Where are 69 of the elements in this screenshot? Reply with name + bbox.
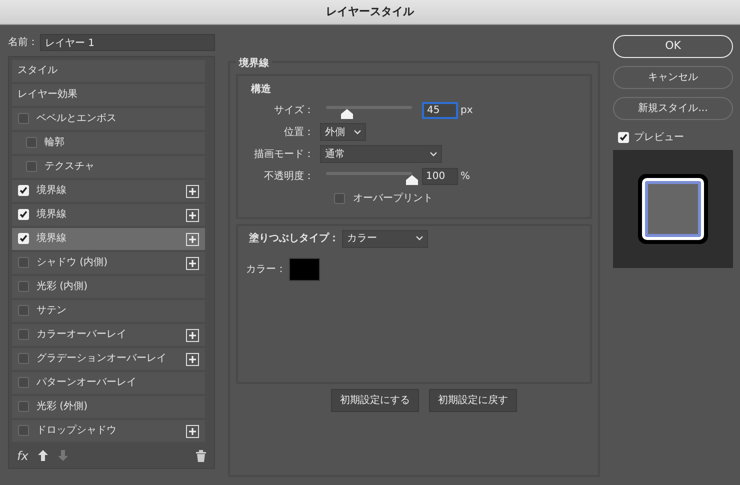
window-title: レイヤースタイル bbox=[326, 4, 414, 20]
add-icon[interactable] bbox=[186, 232, 198, 245]
effect-list-item[interactable]: 光彩 (外側) bbox=[12, 396, 204, 418]
field-label: 不透明度： bbox=[263, 170, 315, 184]
checkbox[interactable] bbox=[18, 329, 28, 340]
trash-icon[interactable] bbox=[196, 448, 206, 464]
effect-list-item[interactable]: グラデーションオーバーレイ bbox=[12, 348, 204, 370]
field-label: 塗りつぶしタイプ： bbox=[249, 231, 339, 246]
checkbox[interactable] bbox=[18, 305, 28, 316]
checkbox[interactable] bbox=[18, 257, 28, 268]
dropdown[interactable]: 外側 bbox=[320, 123, 366, 141]
dialog-button[interactable]: OK bbox=[613, 35, 733, 58]
checkbox[interactable] bbox=[18, 281, 28, 292]
effect-list-item[interactable]: テクスチャ bbox=[12, 156, 204, 178]
field-label: サイズ： bbox=[273, 104, 315, 118]
checkbox[interactable] bbox=[18, 113, 28, 124]
unit-label: px bbox=[460, 104, 473, 118]
default-button[interactable]: 初期設定にする bbox=[331, 388, 419, 412]
default-button[interactable]: 初期設定に戻す bbox=[429, 388, 517, 412]
checkbox[interactable] bbox=[334, 192, 345, 204]
preview-thumbnail bbox=[637, 173, 709, 245]
effect-list-item[interactable]: 境界線 bbox=[12, 180, 204, 202]
effect-list-item[interactable]: ベベルとエンボス bbox=[12, 108, 204, 130]
effect-list-item[interactable]: カラーオーバーレイ bbox=[12, 324, 204, 346]
unit-label: % bbox=[460, 170, 470, 184]
dropdown[interactable]: 通常 bbox=[320, 145, 442, 163]
checkbox[interactable] bbox=[18, 377, 28, 388]
value-field[interactable]: 100 bbox=[422, 168, 458, 184]
add-icon[interactable] bbox=[186, 256, 198, 269]
checkbox[interactable] bbox=[18, 353, 28, 364]
slider-thumb[interactable] bbox=[340, 107, 353, 117]
name-field[interactable]: レイヤー 1 bbox=[40, 34, 215, 51]
field-label: 描画モード： bbox=[253, 148, 315, 162]
effect-list-item[interactable]: ドロップシャドウ bbox=[12, 420, 204, 442]
effect-list-item[interactable]: 輪郭 bbox=[12, 132, 204, 154]
add-icon[interactable] bbox=[186, 208, 198, 221]
effect-list-item[interactable]: シャドウ (内側) bbox=[12, 252, 204, 274]
add-icon[interactable] bbox=[186, 352, 198, 365]
arrow-up-icon[interactable] bbox=[38, 448, 48, 464]
effect-list-item[interactable]: 光彩 (内側) bbox=[12, 276, 204, 298]
checkbox-label: プレビュー bbox=[634, 130, 684, 145]
slider-thumb[interactable] bbox=[406, 173, 418, 183]
group-title: 構造 bbox=[248, 82, 274, 96]
fx-button[interactable]: fx bbox=[17, 447, 28, 465]
checkbox[interactable] bbox=[18, 425, 28, 436]
field-label: カラー： bbox=[246, 262, 286, 276]
value-field[interactable]: 45 bbox=[422, 102, 458, 118]
checkbox-label: オーバープリント bbox=[353, 192, 433, 206]
dialog-button[interactable]: 新規スタイル... bbox=[613, 97, 733, 120]
checkbox[interactable] bbox=[18, 401, 28, 412]
dialog-button[interactable]: キャンセル bbox=[613, 66, 733, 89]
style-list-item[interactable]: レイヤー効果 bbox=[12, 84, 204, 106]
color-swatch[interactable] bbox=[288, 258, 320, 280]
effect-list-item[interactable]: サテン bbox=[12, 300, 204, 322]
effect-list-item[interactable]: パターンオーバーレイ bbox=[12, 372, 204, 394]
dropdown[interactable]: カラー bbox=[342, 230, 428, 248]
checkbox[interactable] bbox=[26, 161, 36, 172]
effect-list-item[interactable]: 境界線 bbox=[12, 204, 204, 226]
caret-icon bbox=[430, 152, 437, 156]
add-icon[interactable] bbox=[186, 424, 198, 437]
add-icon[interactable] bbox=[186, 184, 198, 197]
name-label: 名前： bbox=[8, 36, 38, 50]
field-label: 位置： bbox=[283, 126, 315, 140]
add-icon[interactable] bbox=[186, 328, 198, 341]
caret-icon bbox=[354, 130, 361, 134]
checkbox[interactable] bbox=[26, 137, 36, 148]
style-list-item[interactable]: スタイル bbox=[12, 60, 204, 82]
caret-icon bbox=[416, 236, 423, 241]
effect-list-item[interactable]: 境界線 bbox=[12, 228, 204, 250]
